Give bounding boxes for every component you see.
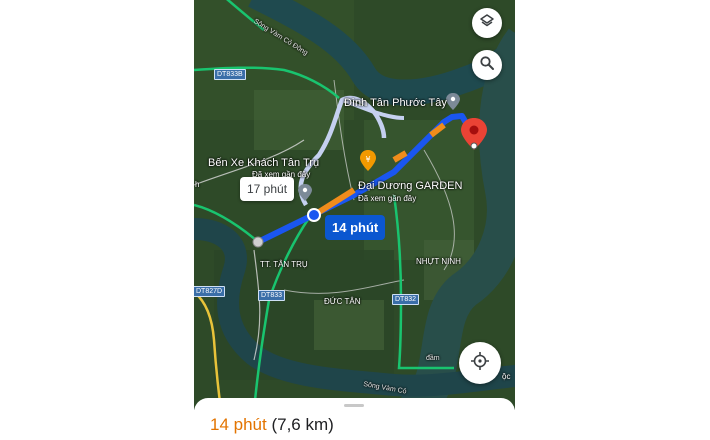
layers-icon <box>479 13 495 34</box>
svg-text:¥: ¥ <box>365 155 370 164</box>
area-label: ĐỨC TÂN <box>324 297 361 306</box>
map-label-partial: ộc <box>502 372 511 381</box>
map-label-partial: h <box>195 180 200 189</box>
route-distance: (7,6 km) <box>271 415 334 434</box>
road-shield: DT833B <box>214 69 246 80</box>
search-button[interactable] <box>472 50 502 80</box>
place-label-garden: Đại Dương GARDEN <box>358 180 463 192</box>
sheet-drag-handle[interactable] <box>344 404 364 407</box>
area-label: TT. TÂN TRỤ <box>260 260 308 269</box>
route-summary: 14 phút (7,6 km) <box>210 415 334 435</box>
place-label-dest: Đình Tân Phước Tây <box>344 97 447 109</box>
place-label-bus-station: Bến Xe Khách Tân Trụ <box>208 157 320 169</box>
route-summary-sheet[interactable]: 14 phút (7,6 km) <box>194 398 515 440</box>
place-sublabel: Đã xem gần đây <box>358 194 417 203</box>
current-location-dot <box>307 208 321 222</box>
layers-button[interactable] <box>472 8 502 38</box>
main-route-time-callout[interactable]: 14 phút <box>325 215 386 240</box>
road-shield: DT832 <box>392 294 420 305</box>
my-location-icon <box>470 351 490 376</box>
my-location-button[interactable] <box>459 342 501 384</box>
road-shield: DT833 <box>258 290 286 301</box>
route-duration: 14 phút <box>210 415 267 434</box>
road-shield: DT827D <box>194 286 226 297</box>
map-label-partial: đầm <box>426 355 440 362</box>
area-label: NHỰT NINH <box>416 257 461 266</box>
alt-route-time-callout[interactable]: 17 phút <box>240 177 295 201</box>
search-icon <box>479 55 495 76</box>
map-screen: ¥ Sông Vàm Cỏ Đông DT833B Đình Tân Phước… <box>194 0 515 440</box>
origin-marker <box>252 236 264 248</box>
